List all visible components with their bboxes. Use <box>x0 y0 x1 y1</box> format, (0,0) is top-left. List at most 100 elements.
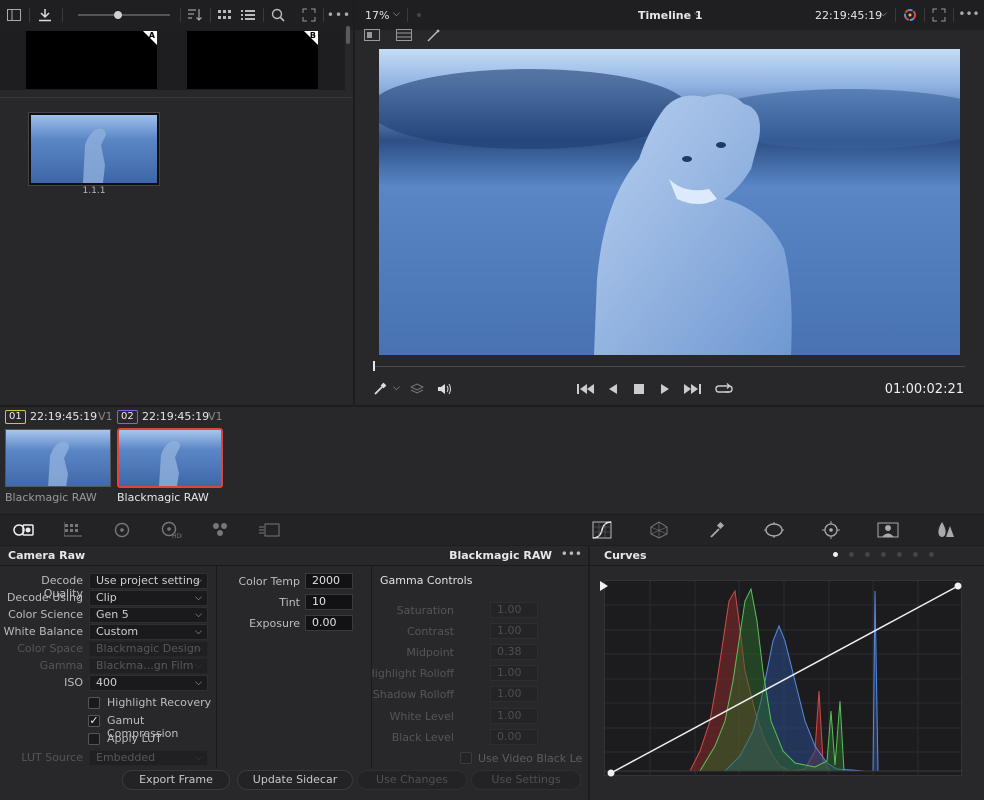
qualifier-icon[interactable] <box>708 521 726 539</box>
tracker-icon[interactable] <box>821 521 841 539</box>
use-changes-button: Use Changes <box>357 770 467 790</box>
color-match-icon[interactable] <box>64 522 82 538</box>
loop-icon[interactable] <box>715 382 733 396</box>
black-level-input: 0.00 <box>490 729 538 745</box>
chevron-down-icon: ⌵ <box>195 627 202 637</box>
shadow-rolloff-input: 1.00 <box>490 686 538 702</box>
color-temp-input[interactable]: 2000 <box>305 573 353 589</box>
layers-icon[interactable] <box>410 382 424 396</box>
curve-handle-icon[interactable] <box>600 581 608 591</box>
stop-icon[interactable] <box>634 384 644 394</box>
sidebar-toggle-icon[interactable] <box>6 8 22 22</box>
lut-source-dropdown: Embedded ⌵ <box>89 750 208 766</box>
scrubber-track[interactable] <box>373 366 965 367</box>
magic-wand-icon[interactable] <box>427 28 441 42</box>
page-dot[interactable] <box>913 552 918 557</box>
iso-value: 400 <box>96 676 117 689</box>
camera-raw-icon[interactable] <box>12 521 36 539</box>
clip-thumbnail-selected[interactable] <box>117 428 223 488</box>
clip-thumbnail-image <box>6 430 110 486</box>
hdr-wheels-icon[interactable]: HDR <box>160 521 182 539</box>
expand-icon[interactable] <box>301 7 317 23</box>
zoom-level[interactable]: 17% <box>365 9 389 22</box>
curve-control-point[interactable] <box>607 769 615 777</box>
tint-input[interactable]: 10 <box>305 594 353 610</box>
skip-to-start-icon[interactable] <box>577 383 595 395</box>
page-dot[interactable] <box>881 552 886 557</box>
highlight-recovery-checkbox[interactable] <box>88 697 100 709</box>
slider-handle[interactable] <box>114 11 122 19</box>
skip-to-end-icon[interactable] <box>683 383 701 395</box>
zoom-chevron-down-icon[interactable]: ⌵ <box>393 9 400 19</box>
gallery-clip-label: 1.1.1 <box>82 186 106 196</box>
chevron-down-icon: ⌵ <box>195 576 202 586</box>
window-icon[interactable] <box>763 521 785 539</box>
chevron-down-icon: ⌵ <box>195 753 202 763</box>
rgb-mixer-icon[interactable] <box>210 521 232 539</box>
gallery-toolbar: ••• <box>0 0 353 30</box>
decode-quality-dropdown[interactable]: Use project setting ⌵ <box>89 573 208 589</box>
timeline-name[interactable]: Timeline 1 <box>638 9 703 22</box>
eyedropper-chevron-down-icon[interactable]: ⌵ <box>393 383 400 393</box>
page-dot[interactable] <box>849 552 854 557</box>
single-viewer-icon[interactable] <box>364 29 380 41</box>
curves-histogram[interactable] <box>605 581 963 777</box>
reverse-play-icon[interactable] <box>608 383 618 395</box>
decode-using-dropdown[interactable]: Clip ⌵ <box>89 590 208 606</box>
still-a[interactable]: A <box>26 31 157 89</box>
gallery-clip-thumbnail[interactable] <box>28 112 160 186</box>
color-wheel-icon[interactable] <box>903 8 917 25</box>
timecode-chevron-down-icon[interactable]: ⌵ <box>880 9 887 19</box>
timeline-chevron-down-icon[interactable]: ⌵ <box>694 9 701 19</box>
curve-control-point[interactable] <box>954 582 962 590</box>
exposure-input[interactable]: 0.00 <box>305 615 353 631</box>
viewer-more-icon[interactable]: ••• <box>958 7 979 21</box>
gamut-compression-checkbox[interactable]: ✓ <box>88 715 100 727</box>
primaries-wheels-icon[interactable] <box>114 522 130 538</box>
curves-graph[interactable] <box>604 580 963 777</box>
play-icon[interactable] <box>660 383 670 395</box>
page-dot-active[interactable] <box>833 552 838 557</box>
export-frame-button[interactable]: Export Frame <box>122 770 230 790</box>
clip-thumbnail[interactable] <box>5 429 111 487</box>
panel-more-icon[interactable]: ••• <box>561 547 582 561</box>
page-dot[interactable] <box>929 552 934 557</box>
sort-icon[interactable] <box>186 7 204 23</box>
volume-icon[interactable] <box>437 382 453 396</box>
search-icon[interactable] <box>270 7 286 23</box>
playhead-marker[interactable] <box>373 361 375 371</box>
viewer-expand-icon[interactable] <box>931 8 947 22</box>
more-options-icon[interactable]: ••• <box>327 7 350 23</box>
apply-lut-checkbox[interactable] <box>88 733 100 745</box>
svg-text:HDR: HDR <box>172 533 182 539</box>
grab-still-icon[interactable] <box>37 7 53 23</box>
white-balance-dropdown[interactable]: Custom ⌵ <box>89 624 208 640</box>
filmstrip-view-icon[interactable] <box>396 29 412 41</box>
update-sidecar-button[interactable]: Update Sidecar <box>237 770 353 790</box>
page-dot[interactable] <box>897 552 902 557</box>
clip-1[interactable]: 01 22:19:45:19 V1 Blackmagic RAW <box>0 407 113 507</box>
still-b[interactable]: B <box>187 31 318 89</box>
color-space-value: Blackmagic Design <box>96 642 201 655</box>
chevron-down-icon: ⌵ <box>195 644 202 654</box>
grid-view-icon[interactable] <box>217 8 233 22</box>
curves-tool-icon[interactable] <box>592 521 612 539</box>
raw-format-label: Blackmagic RAW <box>449 549 552 562</box>
gallery-scrollbar[interactable] <box>346 26 350 44</box>
use-video-black-level-label: Use Video Black Level <box>478 752 582 765</box>
gallery-panel: ••• A B 1.1.1 <box>0 0 353 405</box>
blur-icon[interactable] <box>935 521 955 539</box>
magic-mask-icon[interactable] <box>877 521 899 539</box>
iso-dropdown[interactable]: 400 ⌵ <box>89 675 208 691</box>
playhead-timecode: 01:00:02:21 <box>884 382 964 397</box>
motion-effects-icon[interactable] <box>259 522 281 538</box>
clip-2[interactable]: 02 22:19:45:19 V1 Blackmagic RAW <box>112 407 224 507</box>
color-science-dropdown[interactable]: Gen 5 ⌵ <box>89 607 208 623</box>
highlight-rolloff-input: 1.00 <box>490 665 538 681</box>
video-frame[interactable] <box>379 49 960 355</box>
thumbnail-size-slider[interactable] <box>78 11 170 19</box>
list-view-icon[interactable] <box>240 8 256 22</box>
eyedropper-icon[interactable] <box>373 382 387 396</box>
color-warper-icon[interactable] <box>649 521 669 539</box>
page-dot[interactable] <box>865 552 870 557</box>
